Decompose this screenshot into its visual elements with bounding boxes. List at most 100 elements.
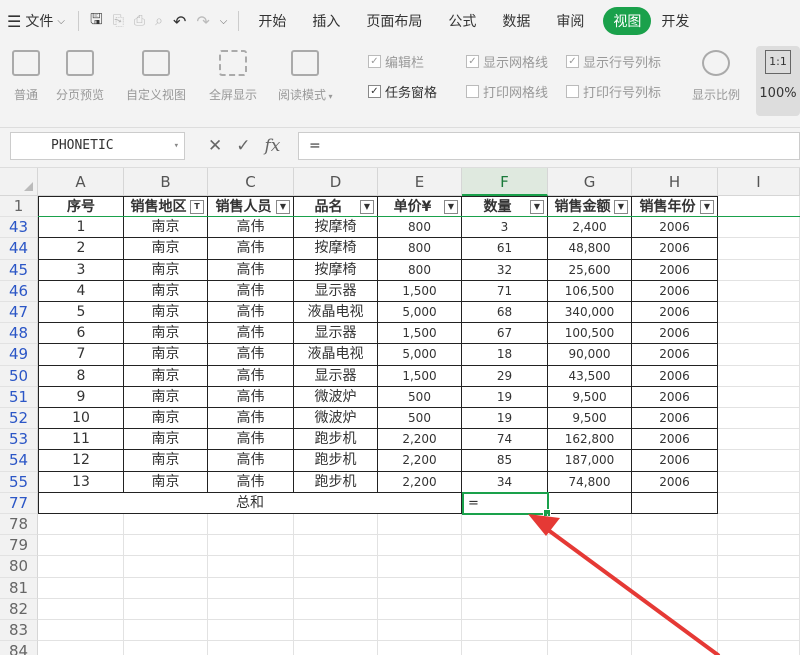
tab-formulas[interactable]: 公式 (435, 7, 489, 35)
table-cell[interactable]: 南京 (124, 302, 208, 324)
redo-icon[interactable]: ↷ (191, 12, 214, 31)
empty-cell[interactable] (294, 598, 378, 620)
table-cell[interactable]: 2006 (632, 280, 718, 302)
table-cell[interactable]: 18 (462, 344, 548, 366)
row-header[interactable]: 80 (0, 556, 38, 578)
empty-cell[interactable] (632, 514, 718, 536)
table-cell[interactable]: 跑步机 (294, 450, 378, 472)
table-cell[interactable]: 南京 (124, 280, 208, 302)
table-cell[interactable]: 9,500 (548, 408, 632, 430)
empty-cell[interactable] (294, 641, 378, 655)
table-cell[interactable]: 高伟 (208, 471, 294, 493)
empty-cell[interactable] (208, 514, 294, 536)
table-cell[interactable]: 8 (38, 365, 124, 387)
table-cell[interactable]: 2006 (632, 259, 718, 281)
table-cell[interactable]: 74 (462, 429, 548, 451)
table-cell[interactable]: 800 (378, 217, 462, 239)
undo-icon[interactable]: ↶ (168, 12, 191, 31)
table-cell[interactable]: 2 (38, 238, 124, 260)
empty-cell[interactable] (632, 556, 718, 578)
empty-cell[interactable] (632, 620, 718, 642)
table-cell[interactable]: 2006 (632, 408, 718, 430)
empty-cell[interactable] (718, 598, 800, 620)
table-cell[interactable]: 2006 (632, 450, 718, 472)
table-cell[interactable]: 34 (462, 471, 548, 493)
empty-cell[interactable] (632, 577, 718, 599)
show-gridlines-checkbox[interactable]: ✓ 显示网格线 (466, 52, 548, 71)
table-cell[interactable]: 南京 (124, 429, 208, 451)
row-header[interactable]: 53 (0, 429, 38, 451)
row-header[interactable]: 55 (0, 471, 38, 493)
row-header[interactable]: 1 (0, 196, 38, 218)
empty-cell[interactable] (548, 620, 632, 642)
tab-review[interactable]: 审阅 (543, 7, 597, 35)
table-cell[interactable]: 2006 (632, 217, 718, 239)
table-cell[interactable]: 12 (38, 450, 124, 472)
table-cell[interactable]: 67 (462, 323, 548, 345)
table-cell[interactable]: 9 (38, 386, 124, 408)
table-cell[interactable]: 32 (462, 259, 548, 281)
empty-cell[interactable] (294, 577, 378, 599)
table-cell[interactable]: 按摩椅 (294, 259, 378, 281)
row-header[interactable]: 54 (0, 450, 38, 472)
empty-cell[interactable] (208, 535, 294, 557)
row-header[interactable]: 46 (0, 280, 38, 302)
empty-cell[interactable] (124, 514, 208, 536)
row-header[interactable]: 48 (0, 323, 38, 345)
empty-cell[interactable] (462, 620, 548, 642)
table-cell[interactable]: 南京 (124, 386, 208, 408)
table-cell[interactable]: 1,500 (378, 323, 462, 345)
empty-cell[interactable] (378, 641, 462, 655)
empty-cell[interactable] (632, 641, 718, 655)
table-cell[interactable]: 2006 (632, 386, 718, 408)
row-header[interactable]: 44 (0, 238, 38, 260)
table-cell[interactable]: 90,000 (548, 344, 632, 366)
name-box[interactable]: PHONETIC ▾ (10, 132, 185, 160)
table-cell[interactable]: 南京 (124, 365, 208, 387)
tab-view[interactable]: 视图 (603, 7, 652, 35)
table-cell[interactable]: 显示器 (294, 280, 378, 302)
empty-cell[interactable] (718, 535, 800, 557)
table-cell[interactable]: 南京 (124, 450, 208, 472)
empty-cell[interactable] (548, 514, 632, 536)
row-header[interactable]: 52 (0, 408, 38, 430)
table-cell[interactable]: 43,500 (548, 365, 632, 387)
quick-access-dropdown-icon[interactable]: ⌵ (215, 16, 233, 27)
table-cell[interactable]: 500 (378, 408, 462, 430)
total-label-cell[interactable]: 总和 (38, 492, 462, 514)
empty-cell[interactable] (378, 514, 462, 536)
table-cell[interactable]: 显示器 (294, 365, 378, 387)
zoom-button[interactable]: 显示比例 (692, 50, 740, 103)
empty-cell[interactable] (378, 556, 462, 578)
table-cell[interactable]: 高伟 (208, 344, 294, 366)
table-cell[interactable]: 6 (38, 323, 124, 345)
table-cell[interactable]: 85 (462, 450, 548, 472)
print-gridlines-checkbox[interactable]: 打印网格线 (466, 82, 548, 101)
table-cell[interactable]: 10 (38, 408, 124, 430)
empty-cell[interactable] (124, 641, 208, 655)
empty-cell[interactable] (38, 577, 124, 599)
table-cell[interactable]: 2,200 (378, 471, 462, 493)
tab-data[interactable]: 数据 (489, 7, 543, 35)
table-cell[interactable]: 南京 (124, 408, 208, 430)
table-cell[interactable]: 高伟 (208, 429, 294, 451)
empty-cell[interactable] (294, 556, 378, 578)
cancel-icon[interactable]: ✕ (208, 132, 222, 160)
filter-dropdown-icon[interactable]: ▼ (530, 200, 544, 214)
table-cell[interactable]: 南京 (124, 217, 208, 239)
table-cell[interactable]: 跑步机 (294, 471, 378, 493)
total-cell-h[interactable] (632, 492, 718, 514)
table-cell[interactable]: 高伟 (208, 386, 294, 408)
table-cell[interactable]: 100,500 (548, 323, 632, 345)
table-cell[interactable]: 3 (462, 217, 548, 239)
table-cell[interactable]: 19 (462, 408, 548, 430)
table-cell[interactable]: 500 (378, 386, 462, 408)
table-cell[interactable]: 11 (38, 429, 124, 451)
file-menu[interactable]: ☰ 文件 ⌵ (0, 6, 72, 36)
table-cell[interactable]: 13 (38, 471, 124, 493)
empty-cell[interactable] (718, 450, 800, 472)
empty-cell[interactable] (378, 598, 462, 620)
table-cell[interactable]: 南京 (124, 259, 208, 281)
table-cell[interactable]: 106,500 (548, 280, 632, 302)
empty-cell[interactable] (718, 196, 800, 218)
